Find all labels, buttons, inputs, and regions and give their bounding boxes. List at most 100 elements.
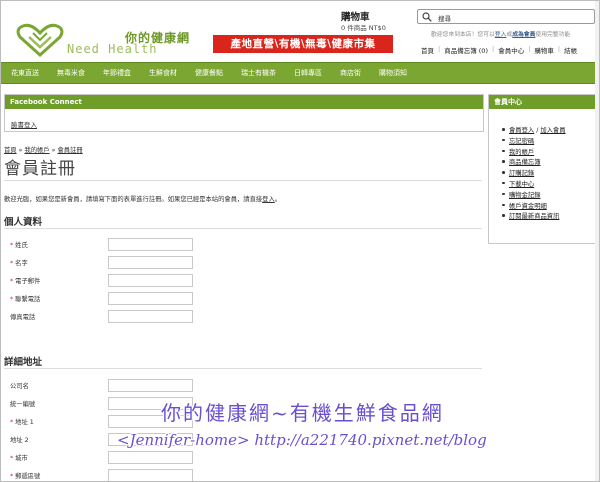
welcome-text: 歡迎您來到本店！您可以登入或成為會員使用完整功能 — [431, 29, 570, 38]
form-row: * 姓氏 — [10, 238, 200, 252]
promo-banner[interactable]: 產地直營\有機\無毒\健康市集 — [213, 35, 393, 53]
field-label: * 地址 1 — [10, 417, 34, 426]
member-login-link[interactable]: 會員登入 — [509, 127, 534, 134]
field-label-text: 地址 1 — [15, 419, 34, 426]
welcome-login-link[interactable]: 登入 — [495, 32, 507, 38]
email-field[interactable] — [108, 274, 193, 287]
search-value: 搜尋 — [438, 15, 451, 23]
member-join-link[interactable]: 加入會員 — [540, 127, 565, 134]
fax-field[interactable] — [108, 310, 193, 323]
search-icon[interactable] — [422, 12, 432, 22]
facebook-login-link[interactable]: 臉書登入 — [11, 119, 37, 129]
reward-points-link[interactable]: 購物金記錄 — [509, 192, 540, 199]
wishlist-link[interactable]: 商品備忘簿 — [509, 159, 540, 166]
divider — [4, 180, 482, 181]
welcome-suffix: 使用完整功能 — [535, 32, 571, 38]
form-row: * 郵遞區號 — [10, 469, 200, 481]
nav-item[interactable]: 生鮮食材 — [149, 68, 177, 78]
cart-title[interactable]: 購物車 — [341, 9, 370, 23]
logo-english-name: Need Health — [67, 42, 158, 56]
field-label-text: 地址 2 — [10, 437, 29, 444]
nav-item[interactable]: 商店街 — [340, 68, 361, 78]
list-item: 會員登入 / 加入會員 — [502, 125, 566, 134]
form-row: * 名字 — [10, 256, 200, 270]
required-mark: * — [10, 455, 14, 462]
cart-summary: 0 件商品 NT$0 — [341, 24, 386, 32]
main-nav: 花東直送 無毒米食 年節禮盒 生鮮食材 健康餐點 瑞士有機茶 日韓專區 商店街 … — [1, 62, 599, 84]
phone-field[interactable] — [108, 292, 193, 305]
toplink-member-center[interactable]: 會員中心 — [498, 45, 524, 55]
breadcrumb-home[interactable]: 首頁 — [4, 147, 17, 154]
field-label-text: 名字 — [15, 260, 28, 267]
toplink-home[interactable]: 首頁 — [421, 45, 434, 55]
company-field[interactable] — [108, 379, 193, 392]
welcome-join-link[interactable]: 成為會員 — [512, 32, 535, 38]
scrollbar[interactable] — [595, 1, 599, 481]
field-label: * 名字 — [10, 258, 28, 267]
field-label: * 電子郵件 — [10, 276, 40, 285]
newsletter-link[interactable]: 訂閱最新商品資訊 — [509, 213, 559, 220]
field-label: 公司名 — [10, 381, 29, 390]
form-row: * 電子郵件 — [10, 274, 200, 288]
nav-item[interactable]: 年節禮盒 — [103, 68, 131, 78]
list-item: 我的帳戶 — [502, 147, 566, 156]
order-history-link[interactable]: 訂購記錄 — [509, 170, 534, 177]
required-mark: * — [10, 242, 14, 249]
toplink-checkout[interactable]: 結帳 — [564, 45, 577, 55]
member-center-title: 會員中心 — [489, 95, 597, 109]
field-label-text: 電子郵件 — [15, 278, 41, 285]
breadcrumb-register[interactable]: 會員註冊 — [58, 147, 83, 154]
list-item: 購物金記錄 — [502, 190, 566, 199]
list-item: 帳戶資金明細 — [502, 201, 566, 210]
logo-heart-icon — [16, 23, 64, 57]
member-menu: 會員登入 / 加入會員 忘記密碼 我的帳戶 商品備忘簿 訂購記錄 下載中心 購物… — [502, 125, 566, 222]
required-mark: * — [10, 473, 14, 480]
postcode-field[interactable] — [108, 469, 193, 481]
toplink-cart[interactable]: 購物車 — [534, 45, 554, 55]
transactions-link[interactable]: 帳戶資金明細 — [509, 203, 547, 210]
breadcrumb-separator: » — [51, 147, 56, 154]
list-item: 訂閱最新商品資訊 — [502, 211, 566, 220]
search-input[interactable]: 搜尋 — [417, 9, 595, 24]
address-section-title: 詳細地址 — [4, 357, 43, 368]
nav-item[interactable]: 日韓專區 — [294, 68, 322, 78]
field-label-text: 聯繫電話 — [15, 296, 41, 303]
field-label: * 城市 — [10, 453, 28, 462]
intro-text: 歡迎光臨，如果您是新會員，請填寫下面的表單進行註冊。如果您已經是本站的會員，請直… — [4, 194, 281, 203]
forgot-password-link[interactable]: 忘記密碼 — [509, 138, 534, 145]
field-label: * 聯繫電話 — [10, 294, 40, 303]
field-label-text: 公司名 — [10, 383, 29, 390]
my-account-link[interactable]: 我的帳戶 — [509, 149, 534, 156]
toplink-separator: | — [528, 45, 531, 53]
page-title: 會員註冊 — [4, 159, 76, 179]
toplink-separator: | — [491, 45, 495, 53]
facebook-connect-box: Facebook Connect 臉書登入 — [4, 94, 484, 132]
toplink-wishlist[interactable]: 商品備忘簿 (0) — [444, 45, 488, 55]
first-name-field[interactable] — [108, 256, 193, 269]
site-logo[interactable]: 你的健康網 Need Health — [15, 23, 195, 59]
downloads-link[interactable]: 下載中心 — [509, 181, 534, 188]
nav-item[interactable]: 購物須知 — [379, 68, 407, 78]
breadcrumb-separator: » — [18, 147, 23, 154]
field-label: * 姓氏 — [10, 240, 28, 249]
nav-item[interactable]: 健康餐點 — [195, 68, 223, 78]
last-name-field[interactable] — [108, 238, 193, 251]
watermark-title: 你的健康網~有機生鮮食品網 — [161, 401, 444, 425]
intro-login-link[interactable]: 登入 — [262, 196, 275, 203]
toplink-separator: | — [438, 45, 441, 53]
form-row: * 聯繫電話 — [10, 292, 200, 306]
nav-item[interactable]: 無毒米食 — [57, 68, 85, 78]
list-item: 下載中心 — [502, 179, 566, 188]
form-row: 公司名 — [10, 379, 200, 393]
divider — [4, 368, 482, 369]
required-mark: * — [10, 419, 14, 426]
divider — [4, 228, 482, 229]
nav-item[interactable]: 花東直送 — [11, 68, 39, 78]
city-field[interactable] — [108, 451, 193, 464]
intro-prefix: 歡迎光臨，如果您是新會員，請填寫下面的表單進行註冊。如果您已經是本站的會員，請直… — [4, 196, 263, 203]
breadcrumb-account[interactable]: 我的帳戶 — [24, 147, 49, 154]
form-row: 傳真電話 — [10, 310, 200, 324]
breadcrumb: 首頁» 我的帳戶» 會員註冊 — [4, 145, 83, 154]
nav-item[interactable]: 瑞士有機茶 — [241, 68, 276, 78]
watermark-url: <Jennifer-home> http://a221740.pixnet.ne… — [117, 431, 487, 449]
